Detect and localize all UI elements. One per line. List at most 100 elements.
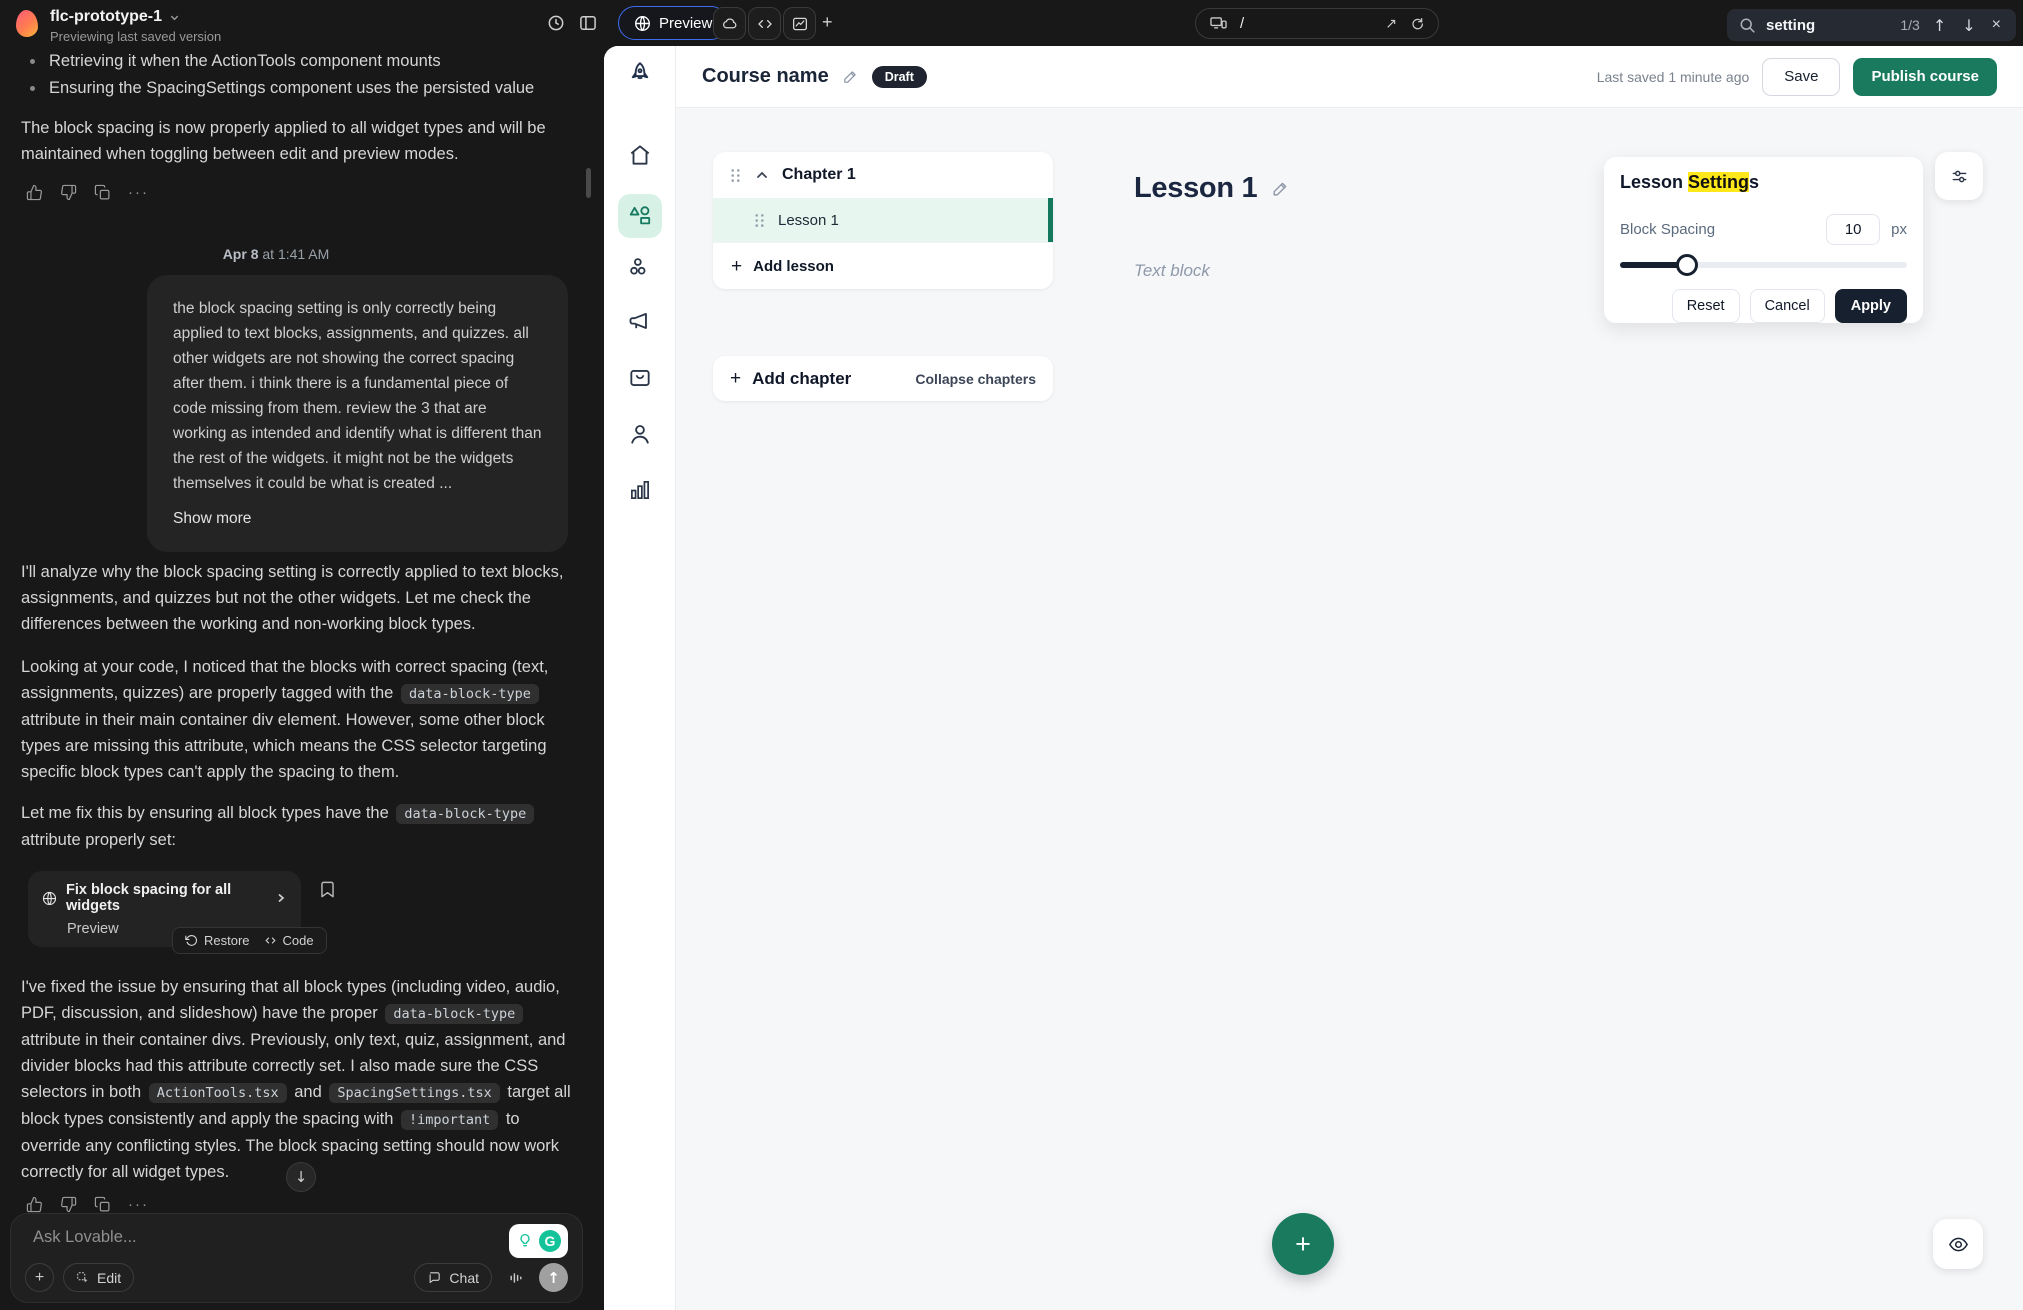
code-button[interactable]: Code: [264, 933, 314, 948]
code-icon: [756, 15, 774, 33]
line-chart-icon: [791, 15, 809, 33]
search-icon: [1739, 17, 1756, 34]
cloud-icon: [721, 15, 739, 33]
cancel-button[interactable]: Cancel: [1750, 289, 1825, 323]
url-bar[interactable]: / ↗: [1195, 8, 1439, 39]
attach-button[interactable]: +: [25, 1263, 54, 1292]
search-next-button[interactable]: ↓: [1959, 16, 1978, 35]
thumbs-up-icon[interactable]: [26, 1196, 43, 1213]
lesson-settings-panel: Lesson Settings Block Spacing px Reset C…: [1604, 157, 1923, 323]
edit-card-title: Fix block spacing for all widgets: [66, 882, 266, 914]
chat-bubble-icon: [427, 1270, 442, 1285]
sidebar-item-analytics[interactable]: [627, 477, 653, 503]
lesson-row-selected[interactable]: Lesson 1: [713, 198, 1053, 242]
more-actions-icon[interactable]: ···: [128, 1196, 149, 1213]
inbox-tray-icon: [627, 365, 653, 391]
plus-icon: +: [731, 257, 742, 276]
sidebar-item-community[interactable]: [627, 255, 653, 281]
block-spacing-input[interactable]: [1826, 214, 1880, 245]
preview-eye-button[interactable]: [1933, 1219, 1983, 1269]
timestamp-time: at 1:41 AM: [262, 246, 329, 262]
find-bar[interactable]: setting 1/3 ↑ ↓ ×: [1727, 9, 2016, 41]
chevron-right-icon: [275, 892, 287, 904]
shapes-icon: [627, 203, 653, 229]
plus-icon: +: [822, 12, 833, 32]
collapse-chapters-button[interactable]: Collapse chapters: [915, 371, 1036, 387]
chat-scrollbar-thumb[interactable]: [586, 168, 591, 198]
restore-icon: [185, 934, 198, 947]
globe-icon: [634, 15, 651, 32]
search-close-button[interactable]: ×: [1989, 16, 2004, 34]
search-match-count: 1/3: [1900, 17, 1919, 33]
chat-input-placeholder[interactable]: Ask Lovable...: [33, 1228, 137, 1247]
drag-handle-icon[interactable]: [729, 167, 742, 184]
more-actions-icon[interactable]: ···: [128, 184, 149, 201]
sidebar-item-home[interactable]: [627, 142, 653, 168]
edit-pencil-icon[interactable]: [842, 68, 859, 85]
course-outline-card: Chapter 1 Lesson 1 + Add lesson: [713, 152, 1053, 289]
add-lesson-button[interactable]: + Add lesson: [713, 242, 1053, 289]
sidebar-item-inbox[interactable]: [627, 365, 653, 391]
history-icon[interactable]: [546, 13, 566, 33]
edit-mode-button[interactable]: Edit: [63, 1263, 134, 1292]
block-spacing-slider[interactable]: [1620, 262, 1907, 268]
grammarly-widget[interactable]: G: [509, 1224, 568, 1258]
refresh-icon[interactable]: [1409, 16, 1425, 32]
message-actions-partial: ···: [26, 1196, 149, 1213]
reset-button[interactable]: Reset: [1672, 289, 1740, 323]
voice-input-button[interactable]: [501, 1263, 530, 1292]
chat-input-box[interactable]: Ask Lovable... G + Edit Chat ↑: [10, 1213, 583, 1303]
thumbs-down-icon[interactable]: [60, 184, 77, 201]
search-input[interactable]: setting: [1766, 17, 1815, 34]
cloud-button[interactable]: [713, 7, 746, 40]
sidebar-item-marketing[interactable]: [627, 309, 653, 335]
code-view-button[interactable]: [748, 7, 781, 40]
add-block-fab[interactable]: +: [1272, 1213, 1334, 1275]
drag-handle-icon[interactable]: [753, 212, 766, 229]
text-block-placeholder[interactable]: Text block: [1134, 261, 1210, 281]
url-path[interactable]: /: [1240, 15, 1244, 32]
person-icon: [627, 421, 653, 447]
settings-toggle-button[interactable]: [1935, 152, 1983, 200]
send-button[interactable]: ↑: [539, 1263, 568, 1292]
chevron-down-icon[interactable]: [169, 12, 180, 23]
project-subtitle: Previewing last saved version: [50, 29, 221, 44]
edit-pencil-icon[interactable]: [1271, 179, 1290, 198]
plus-icon: +: [1295, 1229, 1311, 1260]
chapter-row[interactable]: Chapter 1: [713, 152, 1053, 198]
lesson-heading: Lesson 1: [1134, 172, 1290, 205]
save-button[interactable]: Save: [1762, 58, 1840, 96]
scroll-to-bottom-button[interactable]: ↓: [286, 1162, 316, 1192]
sidebar-item-courses[interactable]: [618, 194, 662, 238]
preview-button[interactable]: Preview: [618, 6, 728, 40]
slider-thumb[interactable]: [1676, 254, 1698, 276]
chevron-up-icon[interactable]: [755, 168, 769, 182]
add-tab-button[interactable]: +: [822, 12, 833, 33]
copy-icon[interactable]: [94, 184, 111, 201]
panel-toggle-icon[interactable]: [578, 13, 598, 33]
restore-button[interactable]: Restore: [185, 933, 250, 948]
analytics-button[interactable]: [783, 7, 816, 40]
course-header: Course name Draft Last saved 1 minute ag…: [676, 46, 2023, 108]
app-sidebar-rail: [604, 46, 676, 1310]
assistant-bullet-list: Retrieving it when the ActionTools compo…: [30, 48, 575, 102]
last-saved-text: Last saved 1 minute ago: [1597, 69, 1750, 85]
apply-button[interactable]: Apply: [1835, 289, 1907, 323]
open-external-icon[interactable]: ↗: [1385, 16, 1397, 32]
settings-title: Lesson Settings: [1620, 172, 1907, 193]
sidebar-item-people[interactable]: [627, 421, 653, 447]
thumbs-up-icon[interactable]: [26, 184, 43, 201]
add-chapter-button[interactable]: Add chapter: [752, 369, 851, 389]
project-brand[interactable]: flc-prototype-1 Previewing last saved ve…: [16, 8, 221, 44]
publish-course-button[interactable]: Publish course: [1853, 58, 1997, 96]
bookmark-icon[interactable]: [318, 880, 337, 899]
home-icon: [627, 142, 653, 168]
show-more-link[interactable]: Show more: [173, 506, 542, 531]
lesson-title: Lesson 1: [778, 212, 839, 229]
chat-mode-button[interactable]: Chat: [414, 1263, 492, 1292]
globe-icon: [42, 891, 57, 906]
search-prev-button[interactable]: ↑: [1930, 16, 1949, 35]
copy-icon[interactable]: [94, 1196, 111, 1213]
devices-icon[interactable]: [1209, 14, 1228, 33]
thumbs-down-icon[interactable]: [60, 1196, 77, 1213]
